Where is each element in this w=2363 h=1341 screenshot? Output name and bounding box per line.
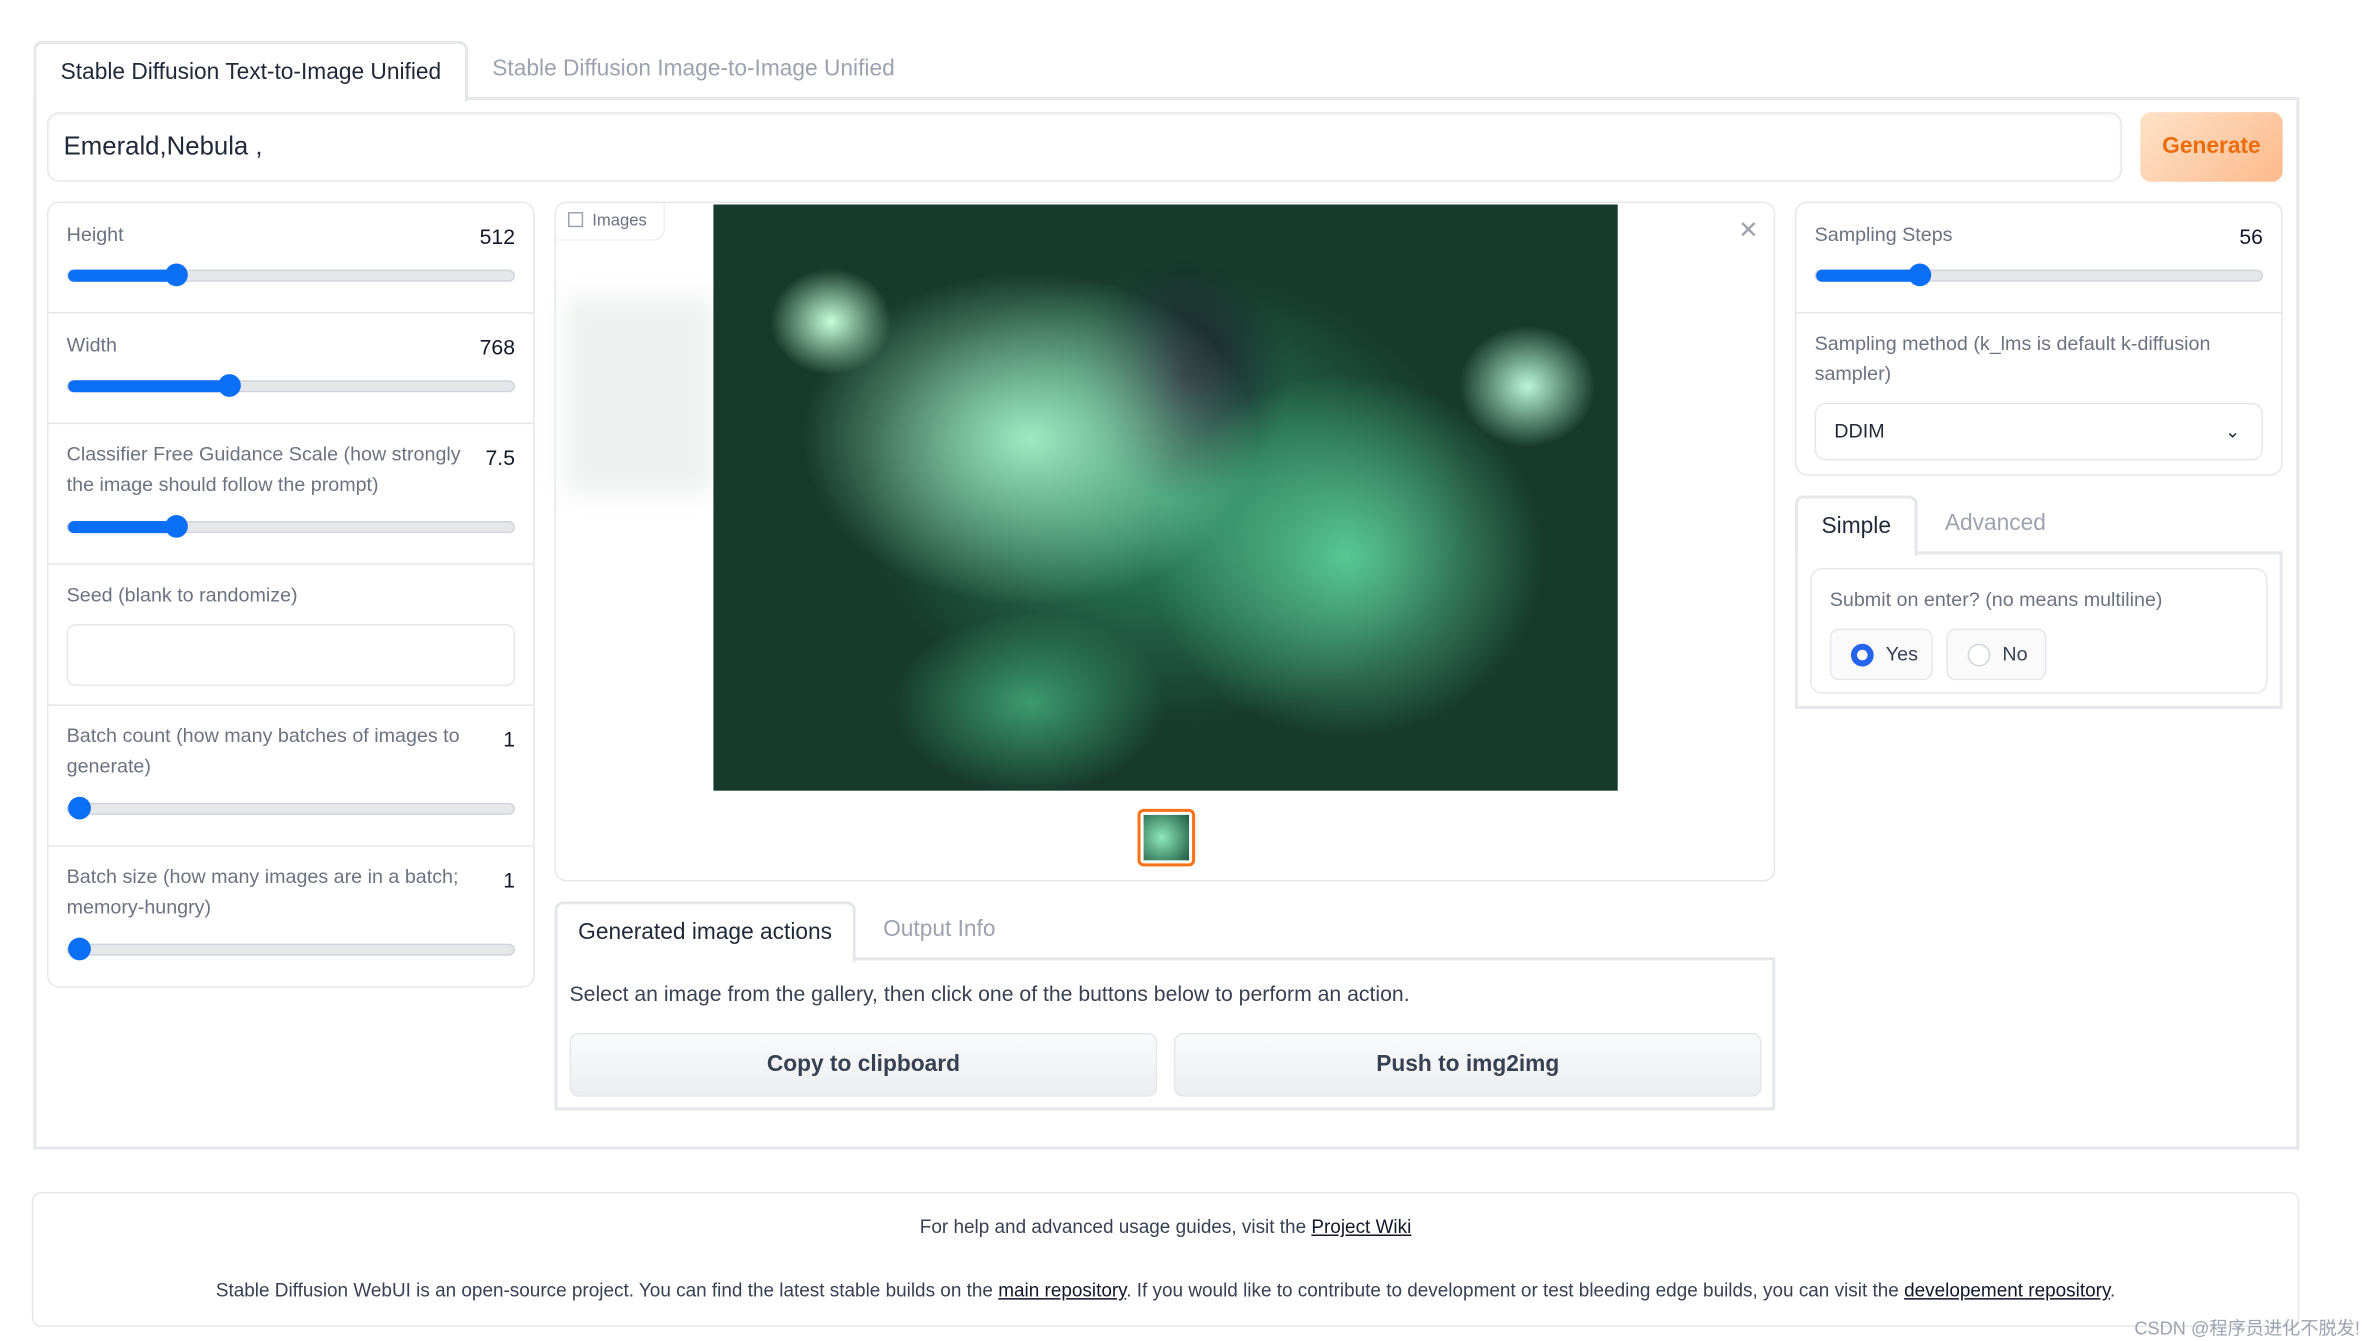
- seed-label: Seed (blank to randomize): [66, 583, 298, 606]
- slider-thumb[interactable]: [164, 263, 188, 287]
- radio-yes[interactable]: Yes: [1829, 628, 1933, 681]
- width-value[interactable]: 768: [480, 335, 515, 359]
- slider-thumb[interactable]: [217, 374, 241, 397]
- tab-txt2img[interactable]: Stable Diffusion Text-to-Image Unified: [33, 40, 469, 102]
- watermark: CSDN @程序员进化不脱发!: [2134, 1317, 2360, 1339]
- radio-checked-icon: [1850, 643, 1874, 667]
- slider-thumb[interactable]: [164, 514, 188, 538]
- tab-img2img[interactable]: Stable Diffusion Image-to-Image Unified: [468, 41, 919, 100]
- batch-size-group: Batch size (how many images are in a bat…: [48, 847, 533, 988]
- submit-label: Submit on enter? (no means multiline): [1829, 587, 2163, 611]
- seed-group: Seed (blank to randomize): [48, 565, 534, 706]
- sampling-method-select[interactable]: DDIM ⌄: [1814, 402, 2263, 461]
- generated-image[interactable]: [713, 204, 1618, 791]
- chevron-down-icon: ⌄: [2224, 421, 2241, 443]
- slider-thumb[interactable]: [68, 796, 91, 820]
- development-repository-link[interactable]: developement repository: [1904, 1280, 2110, 1301]
- batch-count-label: Batch count (how many batches of images …: [66, 724, 460, 778]
- radio-unchecked-icon: [1967, 643, 1991, 667]
- actions-panel: Select an image from the gallery, then c…: [554, 957, 1776, 1111]
- prompt-input[interactable]: Emerald,Nebula ,: [46, 112, 2123, 182]
- blurred-preview: [564, 296, 714, 494]
- copy-to-clipboard-button[interactable]: Copy to clipboard: [569, 1033, 1158, 1097]
- batch-size-value[interactable]: 1: [503, 868, 515, 892]
- generate-button[interactable]: Generate: [2140, 112, 2283, 182]
- push-to-img2img-button[interactable]: Push to img2img: [1173, 1033, 1762, 1097]
- tab-output-info[interactable]: Output Info: [859, 901, 1020, 960]
- slider-thumb[interactable]: [1907, 263, 1931, 287]
- footer-help: For help and advanced usage guides, visi…: [919, 1216, 1412, 1238]
- sampling-panel: Sampling Steps 56 Sampling method (k_lms…: [1794, 201, 2283, 476]
- gallery-label: Images: [555, 202, 665, 241]
- steps-slider[interactable]: [1814, 263, 2263, 287]
- batch-count-slider[interactable]: [66, 796, 515, 820]
- footer-info: Stable Diffusion WebUI is an open-source…: [215, 1279, 2116, 1302]
- cfg-slider-group: Classifier Free Guidance Scale (how stro…: [48, 424, 534, 565]
- seed-input[interactable]: [66, 624, 515, 687]
- image-gallery: Images ✕: [554, 201, 1776, 882]
- radio-no[interactable]: No: [1946, 628, 2047, 681]
- steps-label: Sampling Steps: [1814, 222, 1953, 246]
- close-icon[interactable]: ✕: [1738, 215, 1758, 245]
- tab-advanced[interactable]: Advanced: [1921, 495, 2071, 554]
- footer: For help and advanced usage guides, visi…: [31, 1192, 2300, 1327]
- batch-count-value[interactable]: 1: [503, 727, 515, 751]
- height-label: Height: [66, 222, 124, 246]
- thumbnail[interactable]: [1137, 808, 1196, 867]
- cfg-slider[interactable]: [66, 514, 515, 538]
- width-slider[interactable]: [66, 374, 515, 397]
- main-repository-link[interactable]: main repository: [998, 1280, 1126, 1301]
- steps-slider-group: Sampling Steps 56: [1796, 203, 2282, 314]
- height-slider[interactable]: [66, 263, 515, 287]
- project-wiki-link[interactable]: Project Wiki: [1311, 1216, 1411, 1237]
- height-slider-group: Height 512: [48, 203, 534, 314]
- width-label: Width: [66, 333, 117, 356]
- batch-size-slider[interactable]: [66, 937, 515, 961]
- tab-generated-actions[interactable]: Generated image actions: [554, 901, 856, 962]
- settings-panel: Height 512 Width 768 Classifier Free Gui…: [46, 201, 535, 988]
- cfg-label: Classifier Free Guidance Scale (how stro…: [66, 442, 461, 496]
- width-slider-group: Width 768: [48, 314, 534, 425]
- height-value[interactable]: 512: [480, 224, 515, 248]
- batch-count-group: Batch count (how many batches of images …: [48, 706, 534, 847]
- steps-value[interactable]: 56: [2239, 224, 2263, 248]
- slider-thumb[interactable]: [68, 937, 91, 961]
- submit-on-enter-group: Submit on enter? (no means multiline) Ye…: [1810, 568, 2268, 694]
- method-label: Sampling method (k_lms is default k-diff…: [1814, 331, 2211, 385]
- batch-size-label: Batch size (how many images are in a bat…: [66, 864, 459, 918]
- image-icon: [568, 212, 584, 228]
- tab-simple[interactable]: Simple: [1794, 495, 1918, 556]
- simple-panel: Submit on enter? (no means multiline) Ye…: [1794, 551, 2283, 709]
- actions-instructions: Select an image from the gallery, then c…: [569, 981, 1410, 1006]
- cfg-value[interactable]: 7.5: [486, 445, 515, 469]
